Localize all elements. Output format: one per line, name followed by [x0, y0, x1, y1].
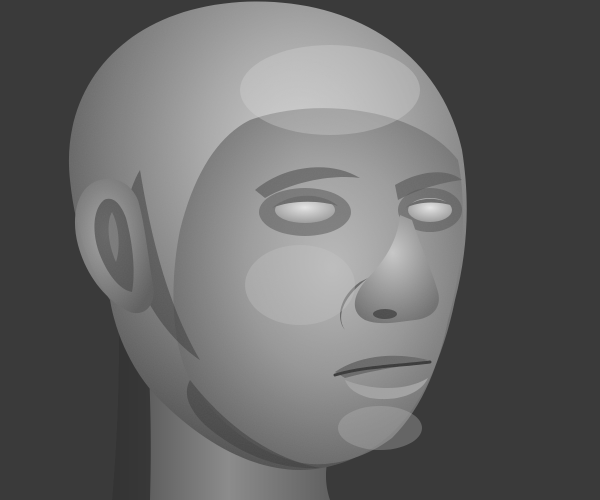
sculpt-viewport [0, 0, 600, 500]
sculpted-head-render [0, 0, 600, 500]
